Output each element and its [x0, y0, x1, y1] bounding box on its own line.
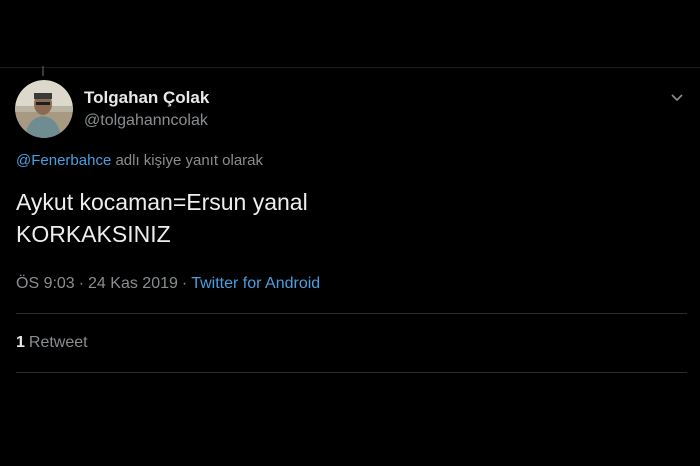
meta-separator: ·: [78, 275, 85, 292]
thread-connector-line: [42, 66, 44, 76]
author-display-name[interactable]: Tolgahan Çolak: [84, 88, 209, 108]
tweet-metadata: ÖS 9:03 · 24 Kas 2019 · Twitter for Android: [16, 275, 320, 293]
avatar[interactable]: [15, 80, 73, 138]
reply-mention-link[interactable]: @Fenerbahce: [16, 152, 111, 169]
tweet-body: Aykut kocaman=Ersun yanal KORKAKSINIZ: [16, 186, 308, 250]
reply-context: @Fenerbahce adlı kişiye yanıt olarak: [16, 152, 263, 169]
meta-separator: ·: [181, 275, 188, 292]
retweet-stats[interactable]: 1 Retweet: [16, 334, 88, 352]
tweet-date[interactable]: 24 Kas 2019: [88, 275, 178, 292]
tweet-text-line: Aykut kocaman=Ersun yanal: [16, 189, 308, 215]
tweet-detail-page: Tolgahan Çolak @tolgahanncolak @Fenerbah…: [0, 0, 700, 466]
chevron-down-icon: [671, 94, 683, 102]
author-handle[interactable]: @tolgahanncolak: [84, 112, 208, 130]
tweet-source-link[interactable]: Twitter for Android: [191, 275, 320, 292]
reply-context-suffix: adlı kişiye yanıt olarak: [111, 152, 264, 169]
retweet-label: Retweet: [28, 334, 88, 351]
retweet-count: 1: [16, 334, 25, 351]
top-divider: [0, 67, 700, 68]
tweet-options-button[interactable]: [670, 90, 684, 102]
profile-photo-icon: [15, 80, 73, 138]
stats-divider-top: [16, 313, 687, 314]
stats-divider-bottom: [16, 372, 687, 373]
tweet-time[interactable]: ÖS 9:03: [16, 275, 75, 292]
tweet-text-line: KORKAKSINIZ: [16, 221, 171, 247]
